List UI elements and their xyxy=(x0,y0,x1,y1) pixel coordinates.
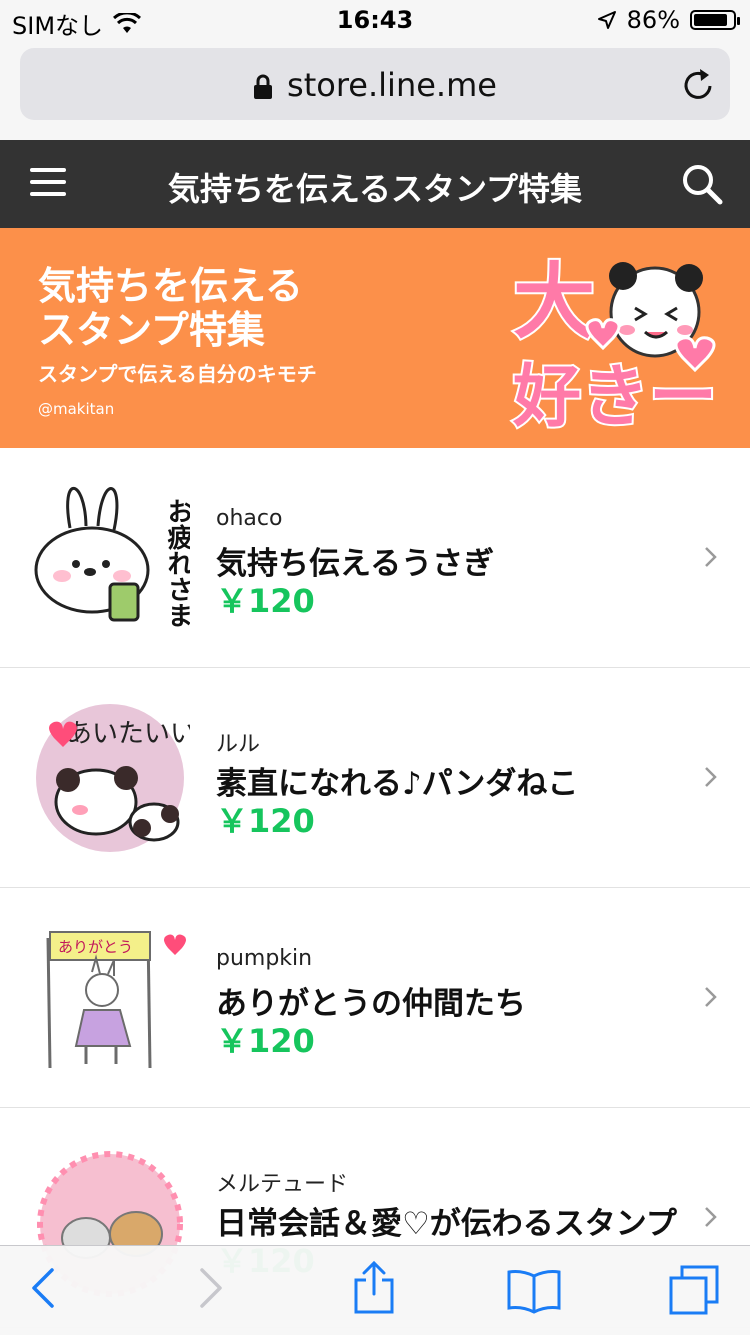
chevron-right-icon xyxy=(705,987,717,1007)
site-header: 気持ちを伝えるスタンプ特集 xyxy=(0,140,750,228)
feature-banner[interactable]: 気持ちを伝える スタンプ特集 スタンプで伝える自分のキモチ @makitan 大… xyxy=(0,228,750,448)
panda-cat-sticker-thumbnail: あいたいい xyxy=(36,704,190,852)
price: ￥120 xyxy=(216,582,315,620)
chevron-right-icon xyxy=(705,767,717,787)
svg-text:好きー: 好きー xyxy=(512,358,717,437)
rabbit-sticker-thumbnail: お疲れさま xyxy=(34,486,190,628)
tabs-icon[interactable] xyxy=(668,1264,720,1316)
address-bar[interactable]: store.line.me xyxy=(20,48,730,120)
price: ￥120 xyxy=(216,1022,315,1060)
svg-text:お疲れさま: お疲れさま xyxy=(163,498,190,628)
creator-name: ルル xyxy=(216,732,261,757)
location-arrow-icon xyxy=(597,11,616,29)
lock-icon xyxy=(254,74,273,99)
chevron-right-icon xyxy=(705,547,717,567)
creator-name: ohaco xyxy=(216,506,283,531)
banner-title: 気持ちを伝える スタンプ特集 xyxy=(38,264,303,352)
page-title: 気持ちを伝えるスタンプ特集 xyxy=(167,170,583,208)
svg-text:あいたいい: あいたいい xyxy=(66,719,190,749)
search-icon[interactable] xyxy=(680,162,724,206)
browser-toolbar xyxy=(0,1245,750,1335)
list-item[interactable]: お疲れさま ohaco 気持ち伝えるうさぎ ￥120 xyxy=(0,448,750,668)
price: ￥120 xyxy=(216,802,315,840)
sticker-list: お疲れさま ohaco 気持ち伝えるうさぎ ￥120 あいたいい ルル 素直にな… xyxy=(0,448,750,1328)
chevron-right-icon xyxy=(705,1207,717,1227)
reload-icon[interactable] xyxy=(682,66,716,102)
url-text: store.line.me xyxy=(287,66,497,104)
share-icon[interactable] xyxy=(352,1260,396,1316)
svg-text:大: 大 xyxy=(513,255,595,350)
thank-you-friends-sticker-thumbnail: ありがとう xyxy=(46,931,186,1069)
banner-credit: @makitan xyxy=(38,400,115,418)
browser-address-area: store.line.me xyxy=(0,40,750,140)
forward-icon[interactable] xyxy=(198,1266,224,1310)
battery-icon xyxy=(690,10,740,30)
bookmarks-icon[interactable] xyxy=(506,1268,562,1314)
battery-percent: 86% xyxy=(626,6,680,34)
banner-subtitle: スタンプで伝える自分のキモチ xyxy=(38,362,317,386)
creator-name: メルテュード xyxy=(216,1172,349,1197)
banner-panda-illustration: 大 好きー xyxy=(510,253,719,438)
list-item[interactable]: あいたいい ルル 素直になれる♪パンダねこ ￥120 xyxy=(0,668,750,888)
creator-name: pumpkin xyxy=(216,946,313,971)
back-icon[interactable] xyxy=(30,1266,56,1310)
status-bar: SIMなし 16:43 86% xyxy=(0,0,750,40)
list-item[interactable]: ありがとう pumpkin ありがとうの仲間たち ￥120 xyxy=(0,888,750,1108)
svg-text:ありがとう: ありがとう xyxy=(58,938,133,956)
menu-icon[interactable] xyxy=(30,168,66,198)
